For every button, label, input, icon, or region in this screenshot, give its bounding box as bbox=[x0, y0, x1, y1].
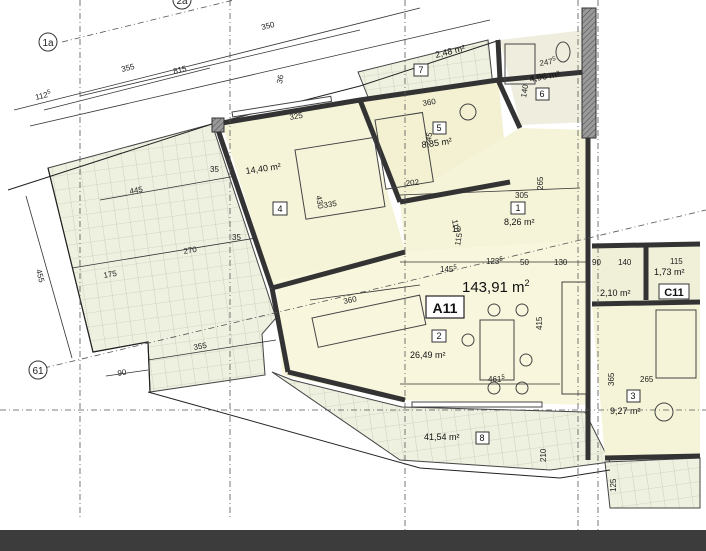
svg-text:35: 35 bbox=[210, 165, 219, 174]
svg-text:365: 365 bbox=[607, 372, 616, 386]
svg-text:415: 415 bbox=[535, 316, 544, 330]
svg-text:210: 210 bbox=[539, 448, 548, 462]
svg-text:202: 202 bbox=[405, 178, 420, 188]
room-3-num: 3 bbox=[630, 391, 635, 401]
svg-text:1125: 1125 bbox=[34, 89, 52, 102]
bottom-bar bbox=[0, 530, 706, 551]
svg-text:305: 305 bbox=[515, 191, 529, 200]
svg-text:350: 350 bbox=[260, 20, 276, 32]
svg-text:36: 36 bbox=[275, 73, 286, 84]
svg-text:265: 265 bbox=[536, 176, 545, 190]
storage-a-area: 2,10 m² bbox=[600, 288, 631, 298]
room-7-num: 7 bbox=[418, 65, 423, 75]
floor-plan: 1a 2a 61 350 355 815 1125 36 325 360 245… bbox=[0, 0, 706, 551]
room-8-area: 41,54 m² bbox=[424, 432, 460, 442]
axis-label-1a: 1a bbox=[42, 38, 54, 49]
room-8-num: 8 bbox=[479, 433, 484, 443]
svg-text:90: 90 bbox=[592, 258, 601, 267]
svg-text:130: 130 bbox=[554, 258, 568, 267]
storage-b-area: 1,73 m² bbox=[654, 267, 685, 277]
window-2-south bbox=[411, 401, 543, 408]
room-2-area: 26,49 m² bbox=[410, 350, 446, 360]
svg-text:265: 265 bbox=[640, 375, 654, 384]
storage-c11-code: C11 bbox=[664, 287, 684, 299]
svg-text:455: 455 bbox=[34, 268, 46, 284]
svg-text:125: 125 bbox=[609, 478, 618, 492]
svg-text:140: 140 bbox=[618, 258, 632, 267]
room-2-num: 2 bbox=[436, 331, 441, 341]
svg-text:90: 90 bbox=[117, 367, 128, 378]
unit-total-area: 143,91 m2 bbox=[462, 278, 530, 296]
room-3-area: 9,27 m² bbox=[610, 406, 641, 416]
room-6-num: 6 bbox=[539, 89, 544, 99]
room-4-num: 4 bbox=[277, 204, 282, 214]
svg-text:115: 115 bbox=[670, 257, 683, 266]
axis-label-2a: 2a bbox=[176, 0, 188, 7]
room3-top bbox=[591, 299, 701, 307]
room-1-num: 1 bbox=[515, 203, 520, 213]
sw-strip bbox=[604, 457, 701, 509]
axis-label-61: 61 bbox=[32, 366, 44, 377]
unit-code: A11 bbox=[433, 300, 458, 316]
svg-text:50: 50 bbox=[520, 258, 529, 267]
room3-bottom bbox=[604, 453, 701, 461]
c11-walls bbox=[591, 241, 701, 249]
column-west bbox=[211, 117, 225, 133]
svg-text:355: 355 bbox=[120, 62, 136, 74]
column-east bbox=[581, 7, 597, 139]
svg-text:35: 35 bbox=[232, 233, 241, 242]
room-5-num: 5 bbox=[436, 123, 441, 133]
room-1-area: 8,26 m² bbox=[504, 217, 535, 227]
